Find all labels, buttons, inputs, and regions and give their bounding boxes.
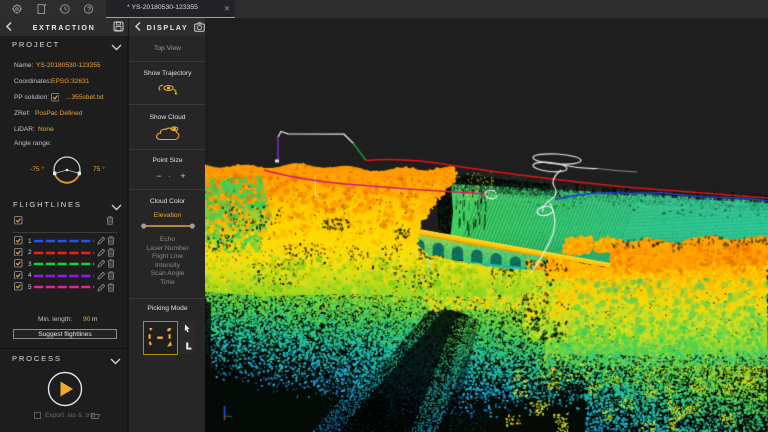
- svg-text:?: ?: [87, 7, 91, 14]
